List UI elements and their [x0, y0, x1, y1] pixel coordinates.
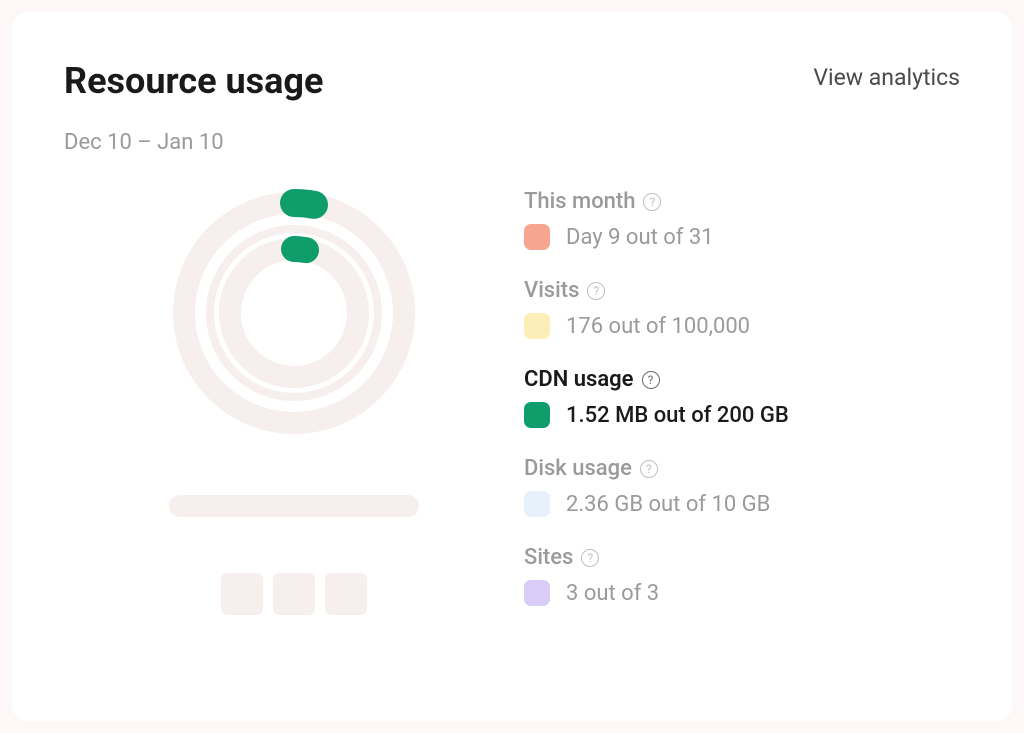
help-icon[interactable]: ? [640, 460, 658, 478]
legend-swatch [524, 313, 550, 339]
view-analytics-link[interactable]: View analytics [813, 60, 960, 91]
card-title: Resource usage [64, 60, 323, 102]
legend-item-sites[interactable]: Sites ? 3 out of 3 [524, 545, 960, 606]
legend-item-disk-usage[interactable]: Disk usage ? 2.36 GB out of 10 GB [524, 456, 960, 517]
skeleton-squares [221, 573, 367, 615]
cdn-ring-segment [294, 203, 314, 205]
legend-value: 2.36 GB out of 10 GB [566, 492, 770, 517]
legend-item-cdn-usage[interactable]: CDN usage ? 1.52 MB out of 200 GB [524, 367, 960, 428]
help-icon[interactable]: ? [587, 282, 605, 300]
chart-column [64, 183, 524, 615]
legend-value: 3 out of 3 [566, 581, 659, 606]
legend-item-this-month[interactable]: This month ? Day 9 out of 31 [524, 189, 960, 250]
usage-legend: This month ? Day 9 out of 31 Visits ? 17… [524, 183, 960, 615]
resource-usage-card: Resource usage View analytics Dec 10 – J… [12, 12, 1012, 721]
skeleton-bar [169, 495, 419, 517]
legend-title: CDN usage [524, 367, 634, 392]
legend-title: Sites [524, 545, 573, 570]
card-header: Resource usage View analytics [64, 60, 960, 102]
legend-swatch [524, 402, 550, 428]
skeleton-square [221, 573, 263, 615]
legend-title: Disk usage [524, 456, 632, 481]
legend-value: 176 out of 100,000 [566, 314, 750, 339]
legend-swatch [524, 491, 550, 517]
help-icon[interactable]: ? [581, 549, 599, 567]
legend-value: 1.52 MB out of 200 GB [566, 403, 789, 428]
card-content: This month ? Day 9 out of 31 Visits ? 17… [64, 183, 960, 615]
legend-title: Visits [524, 278, 579, 303]
legend-value: Day 9 out of 31 [566, 225, 714, 250]
legend-title: This month [524, 189, 635, 214]
help-icon[interactable]: ? [643, 193, 661, 211]
legend-item-visits[interactable]: Visits ? 176 out of 100,000 [524, 278, 960, 339]
help-icon[interactable]: ? [642, 371, 660, 389]
skeleton-square [325, 573, 367, 615]
usage-rings-chart [164, 183, 424, 443]
legend-swatch [524, 224, 550, 250]
date-range: Dec 10 – Jan 10 [64, 130, 960, 155]
legend-swatch [524, 580, 550, 606]
skeleton-square [273, 573, 315, 615]
cdn-inner-segment [294, 249, 306, 250]
